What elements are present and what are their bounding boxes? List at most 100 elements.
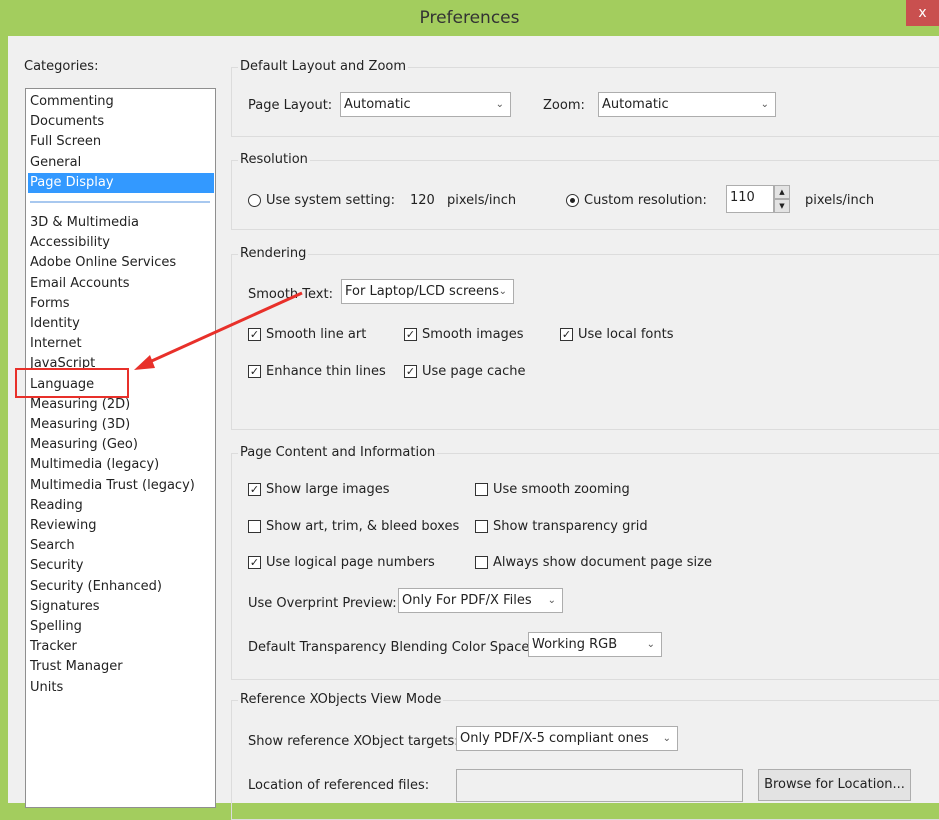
blending-label: Default Transparency Blending Color Spac… bbox=[248, 640, 534, 655]
zoom-label: Zoom: bbox=[543, 98, 585, 113]
checkbox-smooth-line-art[interactable]: ✓ Smooth line art bbox=[248, 327, 366, 342]
group-title: Rendering bbox=[238, 246, 309, 261]
checkbox-icon bbox=[475, 520, 488, 533]
smooth-text-label: Smooth Text: bbox=[248, 287, 333, 302]
category-item[interactable]: Trust Manager bbox=[28, 657, 214, 677]
close-button[interactable]: x bbox=[906, 0, 939, 26]
overprint-select[interactable]: Only For PDF/X Files ⌄ bbox=[398, 588, 563, 613]
checkbox-label: Use smooth zooming bbox=[493, 482, 630, 497]
category-item[interactable]: Commenting bbox=[28, 92, 214, 112]
targets-label: Show reference XObject targets: bbox=[248, 734, 459, 749]
category-item[interactable]: 3D & Multimedia bbox=[28, 213, 214, 233]
page-content-group: Page Content and Information ✓ Show large… bbox=[231, 445, 939, 680]
select-value: Working RGB bbox=[532, 637, 618, 652]
checkbox-label: Show transparency grid bbox=[493, 519, 648, 534]
category-item[interactable]: Email Accounts bbox=[28, 274, 214, 294]
checkbox-icon bbox=[475, 483, 488, 496]
checkbox-icon: ✓ bbox=[248, 483, 261, 496]
select-value: Only PDF/X-5 compliant ones bbox=[460, 731, 649, 746]
chevron-down-icon: ⌄ bbox=[760, 99, 769, 110]
list-divider bbox=[30, 201, 210, 203]
checkbox-label: Use local fonts bbox=[578, 327, 674, 342]
system-setting-radio[interactable]: Use system setting: bbox=[248, 193, 395, 208]
category-item[interactable]: Reviewing bbox=[28, 516, 214, 536]
page-layout-label: Page Layout: bbox=[248, 98, 333, 113]
smooth-text-select[interactable]: For Laptop/LCD screens ⌄ bbox=[341, 279, 514, 304]
categories-list[interactable]: Commenting Documents Full Screen General Pag… bbox=[25, 88, 216, 808]
checkbox-use-smooth-zooming[interactable]: Use smooth zooming bbox=[475, 482, 630, 497]
category-item[interactable]: Forms bbox=[28, 294, 214, 314]
select-value: Automatic bbox=[602, 97, 669, 112]
group-title: Reference XObjects View Mode bbox=[238, 692, 444, 707]
highlight-box bbox=[15, 368, 129, 398]
category-item[interactable]: Multimedia (legacy) bbox=[28, 455, 214, 475]
chevron-down-icon: ⌄ bbox=[646, 639, 655, 650]
checkbox-smooth-images[interactable]: ✓ Smooth images bbox=[404, 327, 524, 342]
system-resolution-value: 120 bbox=[410, 193, 435, 208]
select-value: Automatic bbox=[344, 97, 411, 112]
category-item[interactable]: Accessibility bbox=[28, 233, 214, 253]
radio-label: Use system setting: bbox=[266, 193, 395, 208]
category-item[interactable]: Tracker bbox=[28, 637, 214, 657]
category-item[interactable]: Adobe Online Services bbox=[28, 253, 214, 273]
category-item[interactable]: Page Display bbox=[28, 172, 214, 193]
browse-location-button[interactable]: Browse for Location... bbox=[758, 769, 911, 801]
category-item[interactable]: Measuring (3D) bbox=[28, 415, 214, 435]
category-item[interactable]: Units bbox=[28, 678, 214, 698]
checkbox-use-logical-page-numbers[interactable]: ✓ Use logical page numbers bbox=[248, 555, 435, 570]
checkbox-use-page-cache[interactable]: ✓ Use page cache bbox=[404, 364, 526, 379]
location-label: Location of referenced files: bbox=[248, 778, 430, 793]
checkbox-icon bbox=[248, 520, 261, 533]
category-item[interactable]: Spelling bbox=[28, 617, 214, 637]
checkbox-show-large-images[interactable]: ✓ Show large images bbox=[248, 482, 390, 497]
checkbox-use-local-fonts[interactable]: ✓ Use local fonts bbox=[560, 327, 673, 342]
checkbox-always-show-document-page-size[interactable]: Always show document page size bbox=[475, 555, 712, 570]
location-input[interactable] bbox=[456, 769, 743, 802]
category-item[interactable]: Measuring (Geo) bbox=[28, 435, 214, 455]
spin-down-button[interactable]: ▼ bbox=[774, 199, 790, 213]
blending-select[interactable]: Working RGB ⌄ bbox=[528, 632, 662, 657]
checkbox-show-art-trim-bleed-boxes[interactable]: Show art, trim, & bleed boxes bbox=[248, 519, 459, 534]
group-title: Page Content and Information bbox=[238, 445, 438, 460]
spin-up-button[interactable]: ▲ bbox=[774, 185, 790, 199]
custom-resolution-unit: pixels/inch bbox=[805, 193, 875, 208]
checkbox-icon: ✓ bbox=[248, 328, 261, 341]
category-item[interactable]: General bbox=[28, 153, 214, 173]
select-value: For Laptop/LCD screens bbox=[345, 284, 500, 299]
page-layout-select[interactable]: Automatic ⌄ bbox=[340, 92, 511, 117]
category-item[interactable]: Search bbox=[28, 536, 214, 556]
layout-zoom-group: Default Layout and Zoom Page Layout: Aut… bbox=[231, 59, 939, 137]
checkbox-label: Smooth images bbox=[422, 327, 524, 342]
checkbox-icon: ✓ bbox=[404, 328, 417, 341]
chevron-down-icon: ⌄ bbox=[662, 733, 671, 744]
targets-select[interactable]: Only PDF/X-5 compliant ones ⌄ bbox=[456, 726, 678, 751]
radio-icon bbox=[566, 194, 579, 207]
checkbox-label: Use logical page numbers bbox=[266, 555, 435, 570]
category-item[interactable]: Documents bbox=[28, 112, 214, 132]
checkbox-icon bbox=[475, 556, 488, 569]
category-item[interactable]: Reading bbox=[28, 496, 214, 516]
category-item[interactable]: Security (Enhanced) bbox=[28, 577, 214, 597]
title-bar: Preferences bbox=[419, 8, 520, 28]
checkbox-show-transparency-grid[interactable]: Show transparency grid bbox=[475, 519, 648, 534]
system-resolution-unit: pixels/inch bbox=[447, 193, 517, 208]
category-item[interactable]: Signatures bbox=[28, 597, 214, 617]
category-item[interactable]: Full Screen bbox=[28, 132, 214, 152]
category-item[interactable]: Identity bbox=[28, 314, 214, 334]
checkbox-enhance-thin-lines[interactable]: ✓ Enhance thin lines bbox=[248, 364, 386, 379]
zoom-select[interactable]: Automatic ⌄ bbox=[598, 92, 776, 117]
category-item[interactable]: Security bbox=[28, 556, 214, 576]
radio-icon bbox=[248, 194, 261, 207]
categories-label: Categories: bbox=[24, 59, 99, 74]
group-title: Resolution bbox=[238, 152, 310, 167]
overprint-label: Use Overprint Preview: bbox=[248, 596, 397, 611]
chevron-down-icon: ⌄ bbox=[547, 595, 556, 606]
checkbox-label: Show art, trim, & bleed boxes bbox=[266, 519, 460, 534]
category-item[interactable]: Multimedia Trust (legacy) bbox=[28, 476, 214, 496]
custom-resolution-input[interactable]: 110 bbox=[726, 185, 774, 213]
checkbox-icon: ✓ bbox=[404, 365, 417, 378]
category-item[interactable]: Internet bbox=[28, 334, 214, 354]
custom-resolution-radio[interactable]: Custom resolution: bbox=[566, 193, 707, 208]
checkbox-icon: ✓ bbox=[560, 328, 573, 341]
resolution-group: Resolution Use system setting: 120 pixel… bbox=[231, 152, 939, 230]
